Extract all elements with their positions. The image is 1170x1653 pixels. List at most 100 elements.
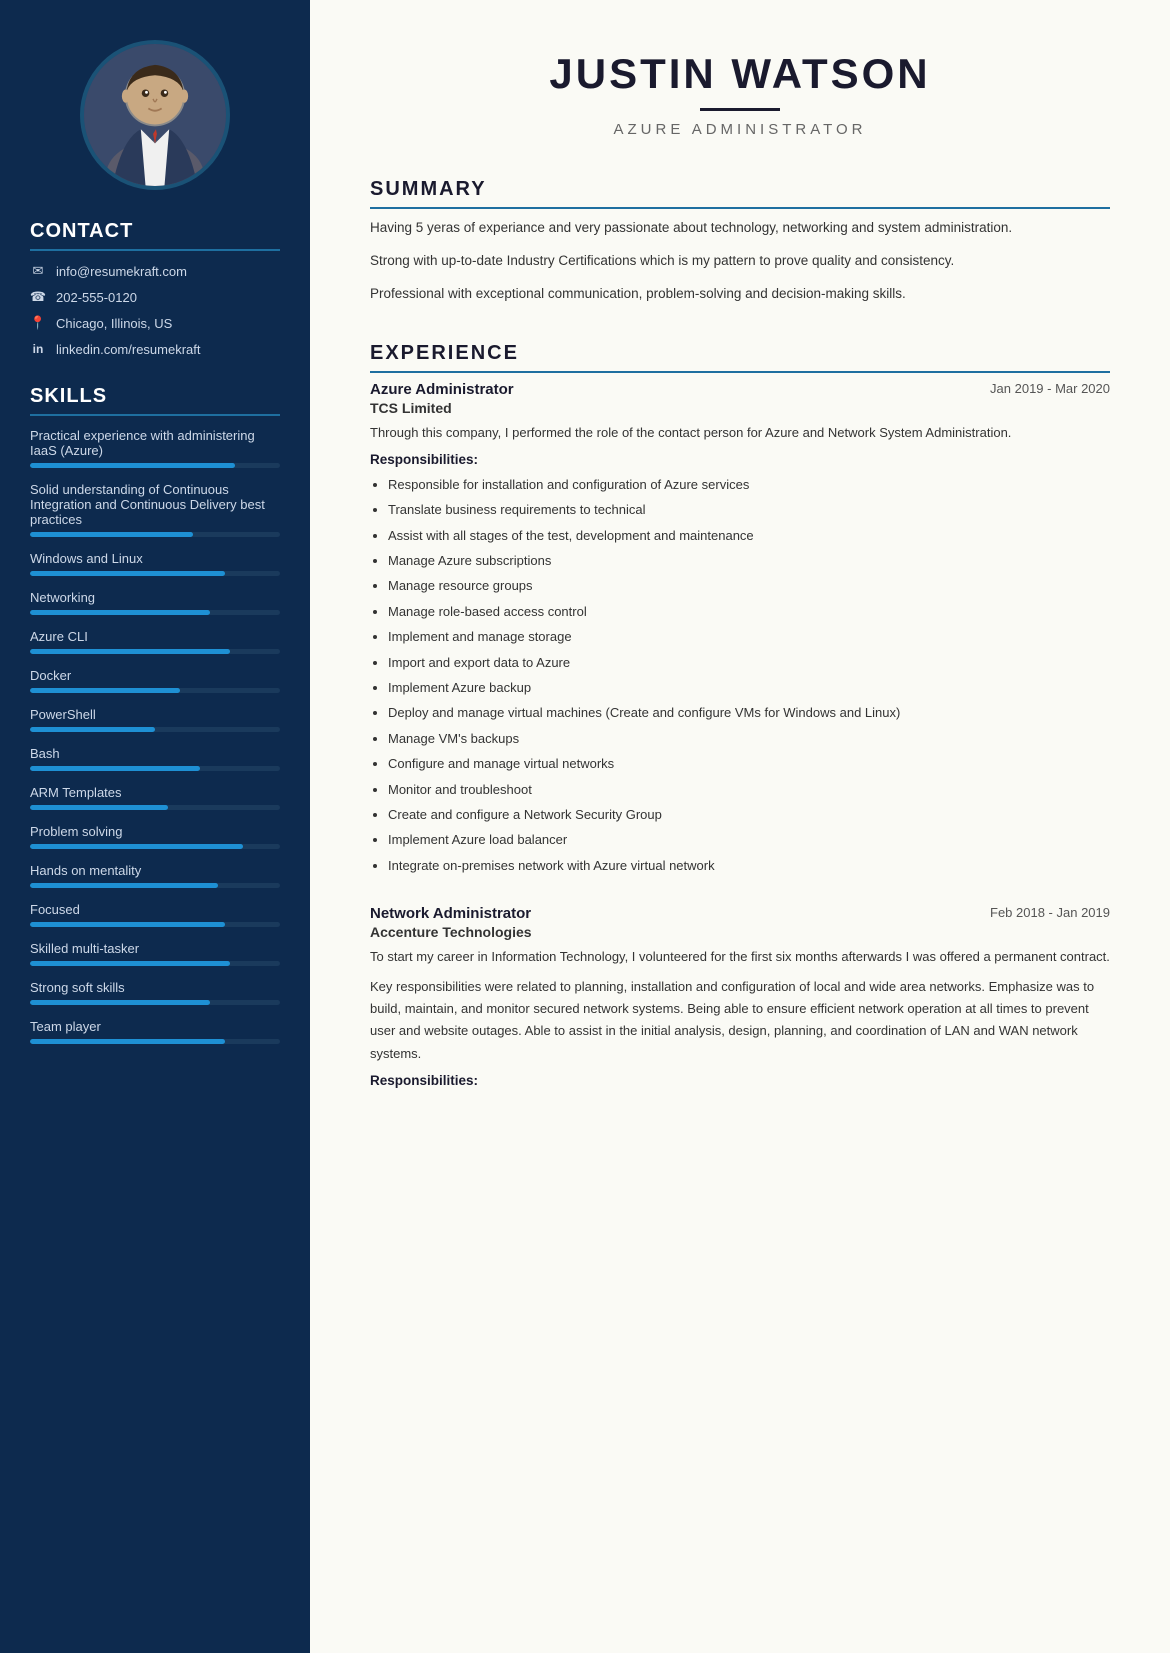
skill-label: Azure CLI bbox=[30, 629, 280, 644]
skill-item: Practical experience with administering … bbox=[30, 428, 280, 468]
responsibilities-list: Responsible for installation and configu… bbox=[370, 473, 1110, 877]
skill-bar-bg bbox=[30, 766, 280, 771]
skill-label: PowerShell bbox=[30, 707, 280, 722]
skill-label: Problem solving bbox=[30, 824, 280, 839]
responsibility-item: Responsible for installation and configu… bbox=[388, 473, 1110, 496]
skill-bar-fill bbox=[30, 688, 180, 693]
experience-title: EXPERIENCE bbox=[370, 342, 1110, 373]
skill-bar-fill bbox=[30, 532, 193, 537]
skill-item: Bash bbox=[30, 746, 280, 771]
skill-bar-fill bbox=[30, 844, 243, 849]
skill-bar-fill bbox=[30, 463, 235, 468]
summary-section: SUMMARY Having 5 yeras of experiance and… bbox=[370, 178, 1110, 306]
exp-company: Accenture Technologies bbox=[370, 924, 1110, 940]
skill-bar-bg bbox=[30, 1000, 280, 1005]
skill-bar-bg bbox=[30, 649, 280, 654]
contact-location: 📍 Chicago, Illinois, US bbox=[30, 315, 280, 331]
skill-bar-bg bbox=[30, 961, 280, 966]
skill-bar-bg bbox=[30, 532, 280, 537]
skill-item: ARM Templates bbox=[30, 785, 280, 810]
responsibility-item: Monitor and troubleshoot bbox=[388, 778, 1110, 801]
sidebar: CONTACT ✉ info@resumekraft.com ☎ 202-555… bbox=[0, 0, 310, 1653]
candidate-title: AZURE ADMINISTRATOR bbox=[370, 121, 1110, 138]
skills-title: SKILLS bbox=[30, 385, 280, 416]
exp-header: Network Administrator Feb 2018 - Jan 201… bbox=[370, 905, 1110, 922]
skill-bar-fill bbox=[30, 961, 230, 966]
responsibility-item: Manage resource groups bbox=[388, 574, 1110, 597]
exp-job-title: Network Administrator bbox=[370, 905, 531, 922]
responsibilities-label: Responsibilities: bbox=[370, 1073, 1110, 1088]
skill-bar-fill bbox=[30, 571, 225, 576]
responsibility-item: Import and export data to Azure bbox=[388, 651, 1110, 674]
skill-bar-fill bbox=[30, 727, 155, 732]
skill-bar-fill bbox=[30, 1039, 225, 1044]
skill-item: Strong soft skills bbox=[30, 980, 280, 1005]
responsibility-item: Configure and manage virtual networks bbox=[388, 752, 1110, 775]
skill-bar-fill bbox=[30, 922, 225, 927]
experience-entry: Network Administrator Feb 2018 - Jan 201… bbox=[370, 905, 1110, 1087]
exp-desc2: Key responsibilities were related to pla… bbox=[370, 976, 1110, 1064]
responsibility-item: Integrate on-premises network with Azure… bbox=[388, 854, 1110, 877]
contact-linkedin: in linkedin.com/resumekraft bbox=[30, 341, 280, 357]
responsibility-item: Implement Azure load balancer bbox=[388, 828, 1110, 851]
summary-paragraph: Professional with exceptional communicat… bbox=[370, 283, 1110, 306]
exp-dates: Jan 2019 - Mar 2020 bbox=[990, 381, 1110, 396]
skill-item: Solid understanding of Continuous Integr… bbox=[30, 482, 280, 537]
name-block: JUSTIN WATSON AZURE ADMINISTRATOR bbox=[370, 50, 1110, 138]
skill-bar-bg bbox=[30, 610, 280, 615]
skill-item: Windows and Linux bbox=[30, 551, 280, 576]
skill-bar-fill bbox=[30, 805, 168, 810]
summary-paragraph: Having 5 yeras of experiance and very pa… bbox=[370, 217, 1110, 240]
responsibility-item: Implement and manage storage bbox=[388, 625, 1110, 648]
contact-email: ✉ info@resumekraft.com bbox=[30, 263, 280, 279]
skill-bar-bg bbox=[30, 805, 280, 810]
contact-title: CONTACT bbox=[30, 220, 280, 251]
skill-bar-bg bbox=[30, 727, 280, 732]
skill-item: Focused bbox=[30, 902, 280, 927]
skill-item: Networking bbox=[30, 590, 280, 615]
skill-label: Hands on mentality bbox=[30, 863, 280, 878]
skill-bar-bg bbox=[30, 571, 280, 576]
skill-bar-bg bbox=[30, 1039, 280, 1044]
skill-bar-fill bbox=[30, 883, 218, 888]
skill-label: Bash bbox=[30, 746, 280, 761]
skill-item: Problem solving bbox=[30, 824, 280, 849]
responsibility-item: Manage role-based access control bbox=[388, 600, 1110, 623]
skill-bar-bg bbox=[30, 688, 280, 693]
responsibility-item: Deploy and manage virtual machines (Crea… bbox=[388, 701, 1110, 724]
avatar-container bbox=[0, 0, 310, 220]
skill-bar-bg bbox=[30, 883, 280, 888]
skill-item: Hands on mentality bbox=[30, 863, 280, 888]
skill-label: Windows and Linux bbox=[30, 551, 280, 566]
main-content: JUSTIN WATSON AZURE ADMINISTRATOR SUMMAR… bbox=[310, 0, 1170, 1653]
skill-label: Solid understanding of Continuous Integr… bbox=[30, 482, 280, 527]
skill-bar-fill bbox=[30, 649, 230, 654]
exp-header: Azure Administrator Jan 2019 - Mar 2020 bbox=[370, 381, 1110, 398]
skill-bar-fill bbox=[30, 1000, 210, 1005]
responsibilities-label: Responsibilities: bbox=[370, 452, 1110, 467]
skill-label: Focused bbox=[30, 902, 280, 917]
skill-label: Practical experience with administering … bbox=[30, 428, 280, 458]
skill-item: Docker bbox=[30, 668, 280, 693]
contact-section: CONTACT ✉ info@resumekraft.com ☎ 202-555… bbox=[0, 220, 310, 357]
exp-desc: Through this company, I performed the ro… bbox=[370, 422, 1110, 444]
responsibility-item: Translate business requirements to techn… bbox=[388, 498, 1110, 521]
experience-entries: Azure Administrator Jan 2019 - Mar 2020 … bbox=[370, 381, 1110, 1088]
summary-title: SUMMARY bbox=[370, 178, 1110, 209]
responsibility-item: Manage VM's backups bbox=[388, 727, 1110, 750]
contact-phone: ☎ 202-555-0120 bbox=[30, 289, 280, 305]
email-icon: ✉ bbox=[30, 263, 46, 279]
phone-icon: ☎ bbox=[30, 289, 46, 305]
skill-bar-bg bbox=[30, 463, 280, 468]
avatar bbox=[80, 40, 230, 190]
exp-dates: Feb 2018 - Jan 2019 bbox=[990, 905, 1110, 920]
skill-label: ARM Templates bbox=[30, 785, 280, 800]
responsibility-item: Assist with all stages of the test, deve… bbox=[388, 524, 1110, 547]
experience-section: EXPERIENCE Azure Administrator Jan 2019 … bbox=[370, 342, 1110, 1088]
skill-item: PowerShell bbox=[30, 707, 280, 732]
skill-label: Docker bbox=[30, 668, 280, 683]
skill-bar-fill bbox=[30, 766, 200, 771]
name-divider bbox=[700, 108, 780, 111]
skill-bar-bg bbox=[30, 844, 280, 849]
responsibility-item: Create and configure a Network Security … bbox=[388, 803, 1110, 826]
